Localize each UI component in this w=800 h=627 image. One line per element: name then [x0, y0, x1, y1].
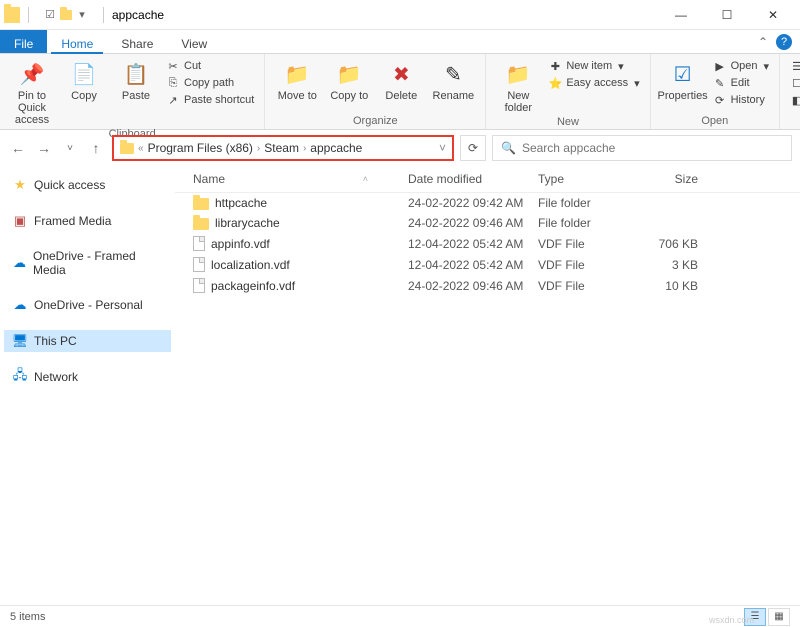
table-row[interactable]: localization.vdf12-04-2022 05:42 AMVDF F… — [175, 254, 800, 275]
new-folder-button[interactable]: 📁New folder — [494, 58, 542, 114]
search-input[interactable] — [522, 141, 783, 155]
tab-file[interactable]: File — [0, 30, 47, 53]
sidebar-item-onedrive-framed[interactable]: ☁OneDrive - Framed Media — [4, 246, 171, 280]
folder-icon — [193, 218, 209, 230]
qat-checkbox[interactable]: ☑ — [43, 8, 57, 22]
breadcrumb[interactable]: Steam› — [264, 141, 306, 155]
rename-button[interactable]: ✎Rename — [429, 58, 477, 102]
table-row[interactable]: appinfo.vdf12-04-2022 05:42 AMVDF File70… — [175, 233, 800, 254]
window-title: appcache — [112, 8, 164, 22]
tab-view[interactable]: View — [167, 30, 221, 53]
select-none-button[interactable]: ☐Select none — [788, 75, 800, 91]
cut-button[interactable]: ✂Cut — [164, 58, 256, 74]
tab-home[interactable]: Home — [47, 30, 107, 53]
delete-button[interactable]: ✖Delete — [377, 58, 425, 102]
back-button[interactable]: ← — [8, 138, 28, 158]
breadcrumb[interactable]: Program Files (x86)› — [148, 141, 261, 155]
title-bar: ☑ ▾ appcache — ☐ ✕ — [0, 0, 800, 30]
ribbon-group-clipboard: 📌Pin to Quick access 📄Copy 📋Paste ✂Cut ⎘… — [0, 54, 265, 129]
folder-icon — [4, 7, 20, 23]
view-icons-button[interactable]: ▦ — [768, 608, 790, 626]
qat-dropdown[interactable]: ▾ — [75, 8, 89, 22]
help-icon[interactable]: ? — [776, 34, 792, 50]
table-row[interactable]: httpcache24-02-2022 09:42 AMFile folder — [175, 193, 800, 213]
copy-path-button[interactable]: ⎘Copy path — [164, 75, 256, 91]
folder-icon — [193, 198, 209, 210]
sidebar-item-framed-media[interactable]: ▣Framed Media — [4, 210, 171, 232]
breadcrumb[interactable]: appcache — [310, 141, 362, 155]
ribbon-group-open: ☑Properties ▶Open▾ ✎Edit ⟳History Open — [651, 54, 780, 129]
paste-button[interactable]: 📋Paste — [112, 58, 160, 102]
pin-quickaccess-button[interactable]: 📌Pin to Quick access — [8, 58, 56, 126]
file-icon — [193, 257, 205, 272]
invert-selection-button[interactable]: ◧Invert selection — [788, 92, 800, 108]
address-folder-icon — [120, 143, 134, 154]
select-all-button[interactable]: ☰Select all — [788, 58, 800, 74]
column-headers[interactable]: Name˄ Date modified Type Size — [175, 166, 800, 193]
search-box[interactable]: 🔍 — [492, 135, 792, 161]
tab-share[interactable]: Share — [107, 30, 167, 53]
ribbon-group-select: ☰Select all ☐Select none ◧Invert selecti… — [780, 54, 800, 129]
qat-folder[interactable] — [59, 8, 73, 22]
address-bar[interactable]: « Program Files (x86)› Steam› appcache ˅ — [112, 135, 454, 161]
ribbon-group-new: 📁New folder ✚New item▾ ⭐Easy access▾ New — [486, 54, 650, 129]
maximize-button[interactable]: ☐ — [704, 0, 750, 30]
open-button[interactable]: ▶Open▾ — [711, 58, 771, 74]
refresh-button[interactable]: ⟳ — [460, 135, 486, 161]
file-icon — [193, 278, 205, 293]
ribbon-tabs: File Home Share View ⌃ ? — [0, 30, 800, 54]
nav-bar: ← → ˅ ↑ « Program Files (x86)› Steam› ap… — [0, 130, 800, 166]
edit-button[interactable]: ✎Edit — [711, 75, 771, 91]
sidebar-item-this-pc[interactable]: 🖥This PC — [4, 330, 171, 352]
sidebar-item-onedrive-personal[interactable]: ☁OneDrive - Personal — [4, 294, 171, 316]
status-item-count: 5 items — [10, 611, 45, 623]
address-dropdown-icon[interactable]: ˅ — [439, 141, 446, 155]
sidebar-item-quick-access[interactable]: ★Quick access — [4, 174, 171, 196]
up-button[interactable]: ↑ — [86, 138, 106, 158]
move-to-button[interactable]: 📁Move to — [273, 58, 321, 102]
ribbon: 📌Pin to Quick access 📄Copy 📋Paste ✂Cut ⎘… — [0, 54, 800, 130]
status-bar: 5 items ☰ ▦ — [0, 605, 800, 627]
sidebar-item-network[interactable]: 🖧Network — [4, 366, 171, 388]
new-item-button[interactable]: ✚New item▾ — [546, 58, 641, 74]
forward-button[interactable]: → — [34, 138, 54, 158]
file-icon — [193, 236, 205, 251]
ribbon-collapse-icon[interactable]: ⌃ — [758, 35, 768, 49]
minimize-button[interactable]: — — [658, 0, 704, 30]
properties-button[interactable]: ☑Properties — [659, 58, 707, 102]
paste-shortcut-button[interactable]: ↗Paste shortcut — [164, 92, 256, 108]
watermark: wsxdn.com — [709, 615, 754, 625]
search-icon: 🔍 — [501, 141, 516, 155]
easy-access-button[interactable]: ⭐Easy access▾ — [546, 75, 641, 91]
nav-pane: ★Quick access ▣Framed Media ☁OneDrive - … — [0, 166, 175, 605]
recent-dropdown[interactable]: ˅ — [60, 138, 80, 158]
copy-button[interactable]: 📄Copy — [60, 58, 108, 102]
history-button[interactable]: ⟳History — [711, 92, 771, 108]
table-row[interactable]: packageinfo.vdf24-02-2022 09:46 AMVDF Fi… — [175, 275, 800, 296]
table-row[interactable]: librarycache24-02-2022 09:46 AMFile fold… — [175, 213, 800, 233]
copy-to-button[interactable]: 📁Copy to — [325, 58, 373, 102]
ribbon-group-organize: 📁Move to 📁Copy to ✖Delete ✎Rename Organi… — [265, 54, 486, 129]
close-button[interactable]: ✕ — [750, 0, 796, 30]
file-list: Name˄ Date modified Type Size httpcache2… — [175, 166, 800, 605]
